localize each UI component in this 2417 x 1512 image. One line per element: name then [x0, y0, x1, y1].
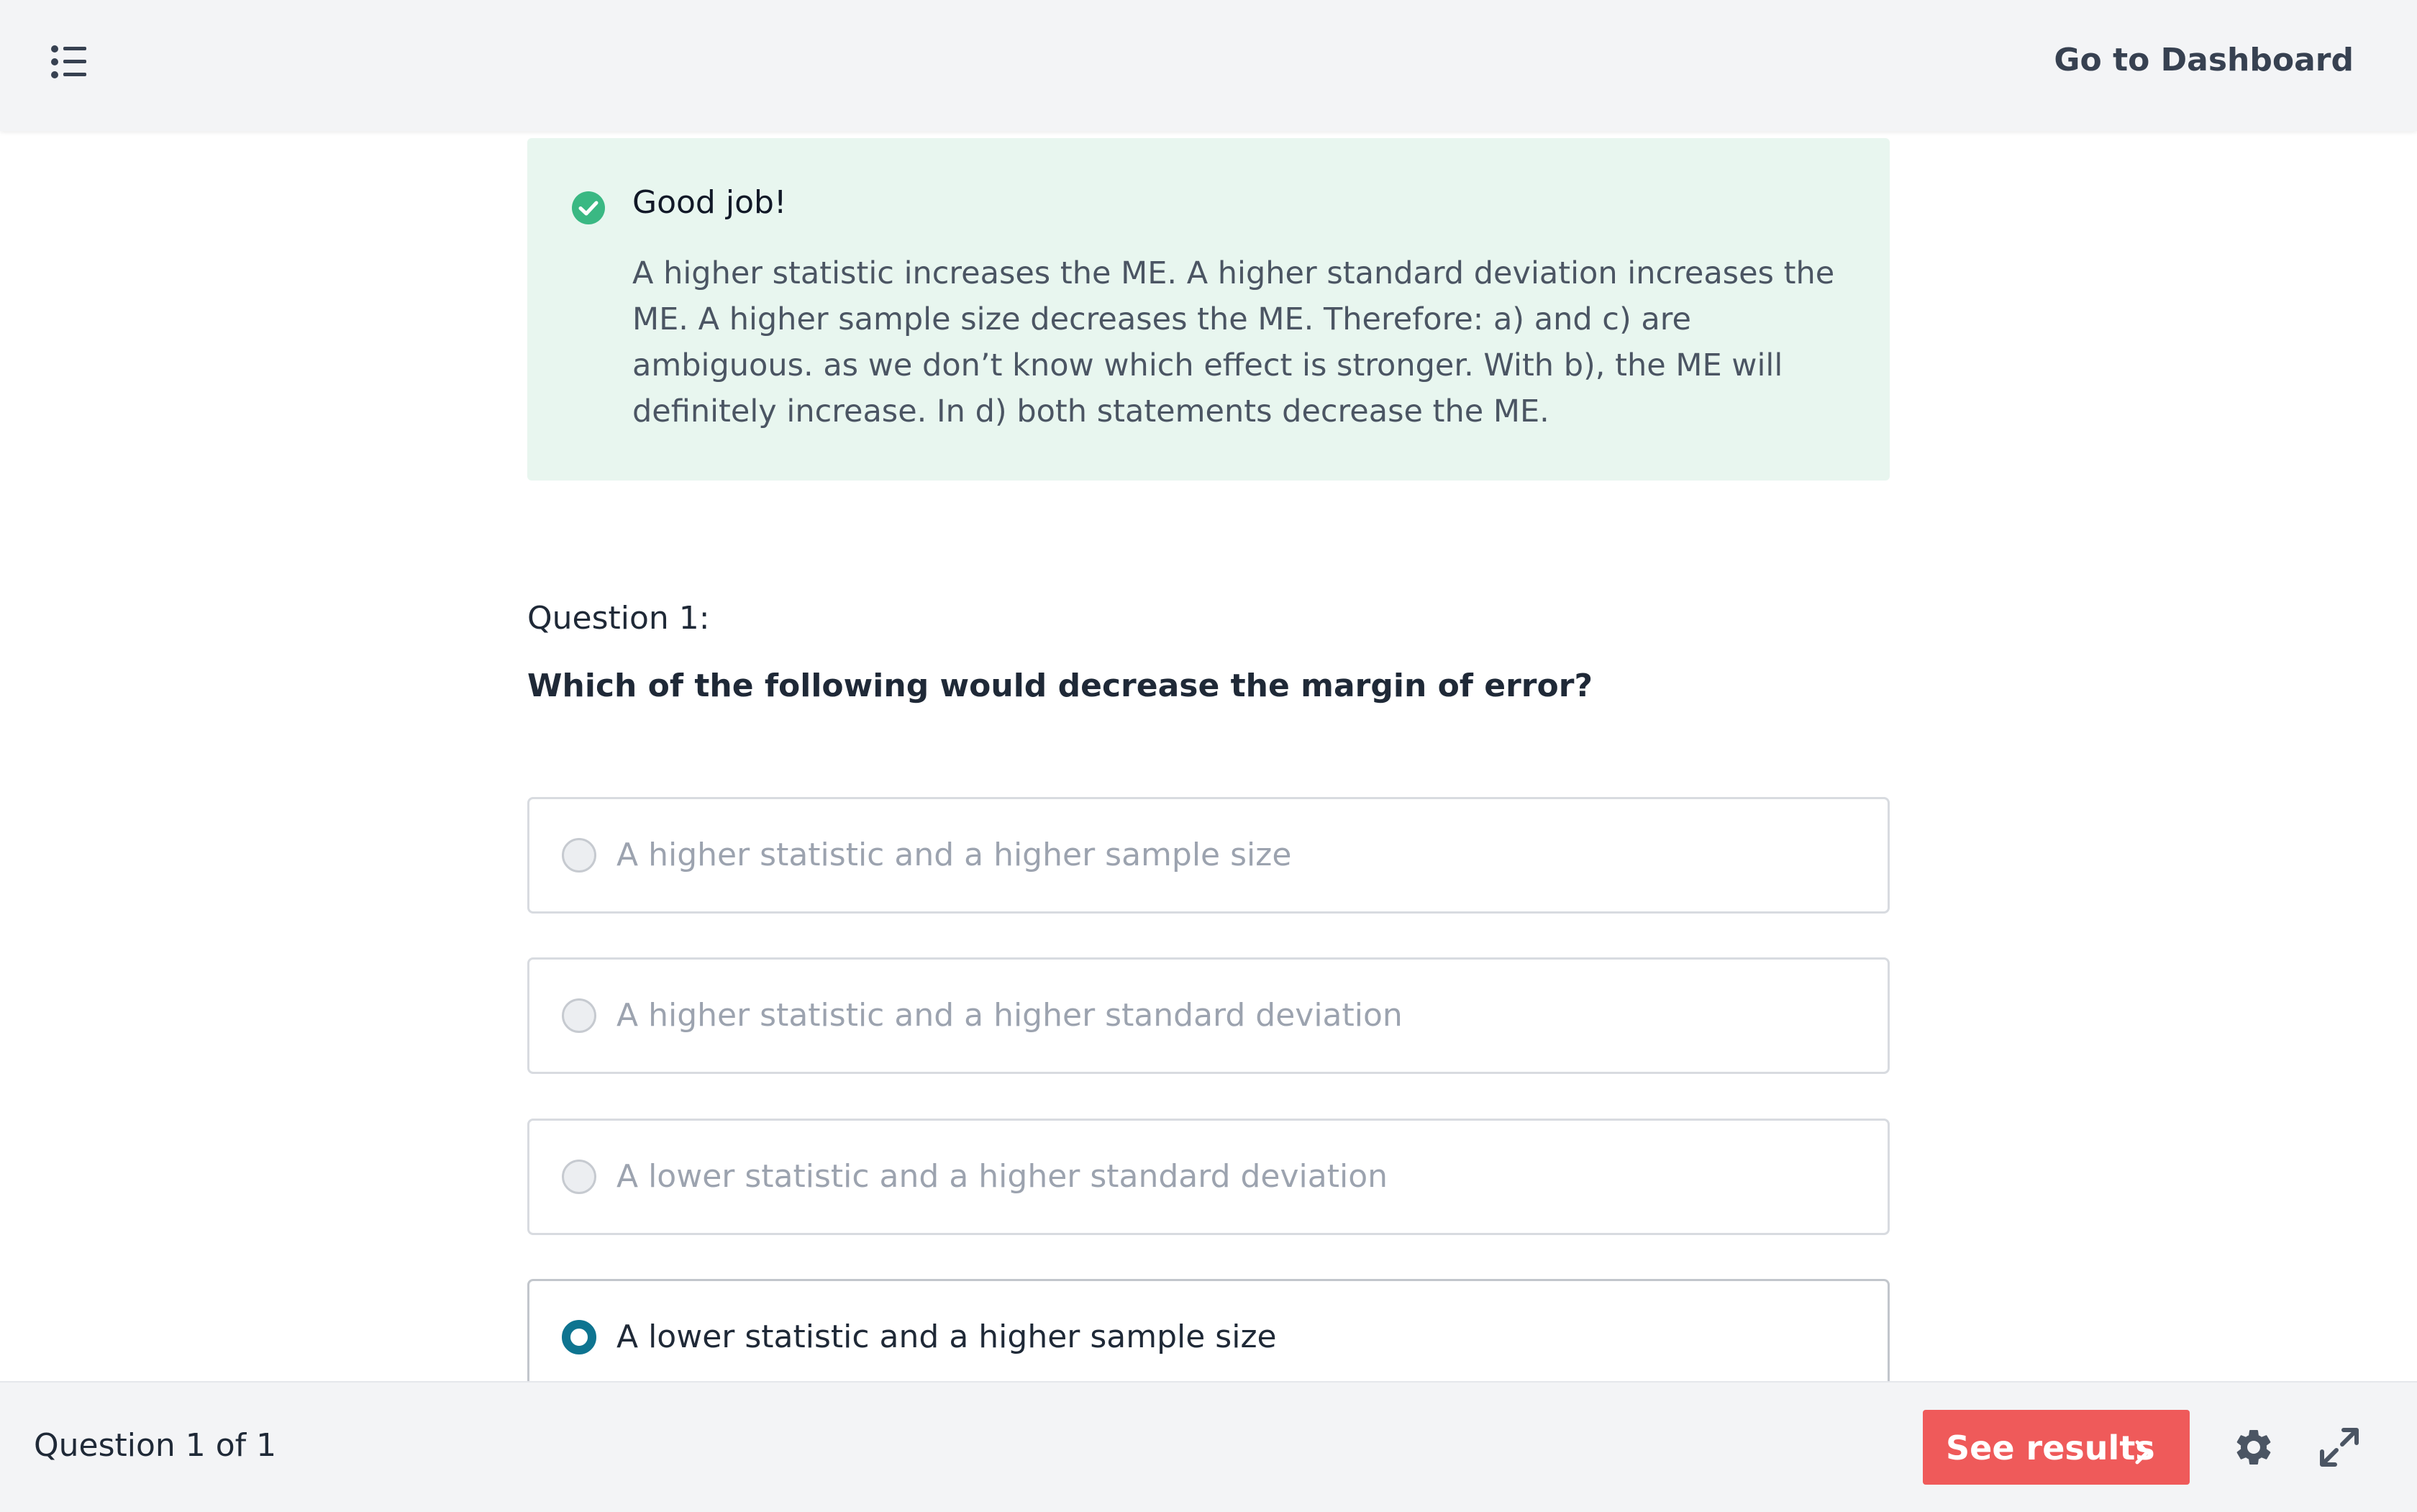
answer-option-label: A lower statistic and a higher sample si… [616, 1319, 1277, 1355]
gear-icon[interactable] [2232, 1426, 2275, 1469]
feedback-explanation: A higher statistic increases the ME. A h… [632, 255, 1835, 429]
answer-option-label: A higher statistic and a higher sample s… [616, 837, 1292, 873]
radio-button[interactable] [562, 838, 596, 873]
answer-option-label: A higher statistic and a higher standard… [616, 997, 1403, 1034]
check-circle-icon [571, 191, 606, 225]
question-text: Which of the following would decrease th… [527, 668, 1593, 704]
top-bar: Go to Dashboard [0, 0, 2417, 131]
radio-button-selected[interactable] [562, 1320, 596, 1354]
answer-option-3[interactable]: A lower statistic and a higher standard … [527, 1119, 1890, 1235]
radio-button[interactable] [562, 998, 596, 1033]
see-results-label: See results [1946, 1429, 2155, 1467]
feedback-panel: Good job! A higher statistic increases t… [527, 138, 1890, 481]
go-to-dashboard-link[interactable]: Go to Dashboard [2054, 42, 2354, 78]
feedback-title: Good job! [632, 184, 787, 221]
question-counter: Question 1 of 1 [34, 1427, 277, 1464]
answer-option-1[interactable]: A higher statistic and a higher sample s… [527, 797, 1890, 914]
answer-option-4[interactable]: A lower statistic and a higher sample si… [527, 1279, 1890, 1395]
answer-option-2[interactable]: A higher statistic and a higher standard… [527, 957, 1890, 1074]
answer-option-label: A lower statistic and a higher standard … [616, 1158, 1388, 1195]
radio-button[interactable] [562, 1160, 596, 1194]
bottom-bar: Question 1 of 1 See results [0, 1381, 2417, 1512]
expand-icon[interactable] [2318, 1426, 2361, 1469]
list-icon[interactable] [50, 43, 88, 81]
question-label: Question 1: [527, 600, 710, 637]
chevron-right-icon [2131, 1434, 2153, 1465]
see-results-button[interactable]: See results [1923, 1410, 2190, 1485]
